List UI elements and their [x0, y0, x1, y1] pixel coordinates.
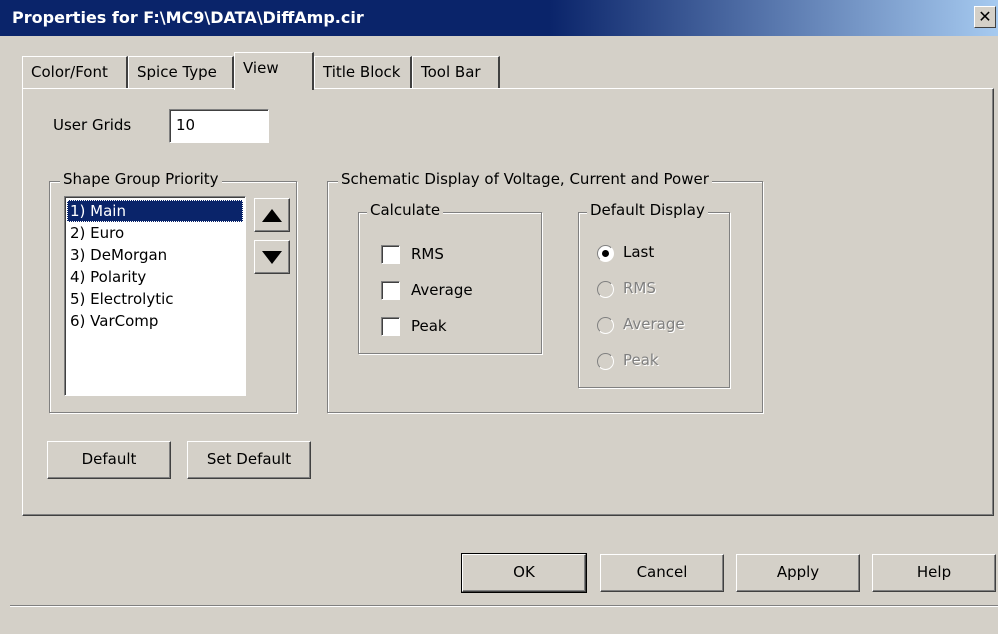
tab-tool-bar[interactable]: Tool Bar	[412, 56, 500, 88]
status-bar	[10, 605, 998, 634]
average-label: Average	[411, 281, 473, 299]
peak-label: Peak	[411, 317, 447, 335]
help-button[interactable]: Help	[872, 554, 996, 592]
title-bar: Properties for F:\MC9\DATA\DiffAmp.cir ✕	[0, 0, 998, 36]
tab-label: Title Block	[323, 63, 401, 81]
apply-button-label: Apply	[776, 563, 820, 581]
list-item[interactable]: 2) Euro	[67, 222, 243, 244]
apply-button[interactable]: Apply	[736, 554, 860, 592]
list-item[interactable]: 3) DeMorgan	[67, 244, 243, 266]
tab-label: Color/Font	[31, 63, 108, 81]
set-default-button-label: Set Default	[206, 450, 292, 468]
close-icon: ✕	[978, 7, 992, 26]
close-button[interactable]: ✕	[974, 6, 996, 28]
rms-radio-label: RMS	[623, 279, 656, 297]
radio-selected-dot	[602, 250, 609, 257]
move-up-button[interactable]	[254, 198, 290, 232]
calculate-title: Calculate	[367, 201, 444, 219]
average-radio-label: Average	[623, 315, 685, 333]
view-tab-panel: User Grids 10 Shape Group Priority 1) Ma…	[22, 88, 994, 516]
calculate-group: Calculate RMS Average Peak	[358, 201, 542, 354]
rms-radio	[597, 281, 614, 298]
list-item[interactable]: 6) VarComp	[67, 310, 243, 332]
cancel-button-label: Cancel	[636, 563, 688, 581]
move-down-button[interactable]	[254, 240, 290, 274]
tab-view[interactable]: View	[234, 52, 314, 90]
schematic-display-title: Schematic Display of Voltage, Current an…	[338, 170, 712, 188]
arrow-up-icon	[262, 209, 282, 222]
rms-checkbox[interactable]	[381, 245, 400, 264]
tab-spice-type[interactable]: Spice Type	[128, 56, 234, 88]
schematic-display-group: Schematic Display of Voltage, Current an…	[327, 170, 763, 413]
tab-label: Spice Type	[137, 63, 217, 81]
peak-checkbox[interactable]	[381, 317, 400, 336]
tab-label: Tool Bar	[421, 63, 481, 81]
ok-button-label: OK	[513, 563, 535, 581]
shape-group-list[interactable]: 1) Main 2) Euro 3) DeMorgan 4) Polarity …	[64, 196, 246, 396]
arrow-down-icon	[262, 251, 282, 264]
set-default-button[interactable]: Set Default	[187, 441, 311, 479]
user-grids-value: 10	[176, 116, 196, 134]
average-radio	[597, 317, 614, 334]
peak-radio-label: Peak	[623, 351, 659, 369]
shape-group-priority-title: Shape Group Priority	[60, 170, 222, 188]
default-display-group: Default Display Last RMS Average Peak	[578, 201, 730, 388]
window-title: Properties for F:\MC9\DATA\DiffAmp.cir	[12, 8, 364, 27]
user-grids-input[interactable]: 10	[169, 109, 269, 143]
peak-radio	[597, 353, 614, 370]
cancel-button[interactable]: Cancel	[600, 554, 724, 592]
rms-label: RMS	[411, 245, 444, 263]
last-radio[interactable]	[597, 245, 614, 262]
tab-label: View	[243, 59, 279, 77]
shape-group-priority-group: Shape Group Priority 1) Main 2) Euro 3) …	[49, 170, 297, 413]
average-checkbox[interactable]	[381, 281, 400, 300]
tab-color-font[interactable]: Color/Font	[22, 56, 128, 88]
default-button[interactable]: Default	[47, 441, 171, 479]
help-button-label: Help	[916, 563, 952, 581]
default-display-title: Default Display	[587, 201, 708, 219]
list-item[interactable]: 4) Polarity	[67, 266, 243, 288]
list-item[interactable]: 5) Electrolytic	[67, 288, 243, 310]
ok-button[interactable]: OK	[461, 553, 587, 593]
user-grids-label: User Grids	[53, 116, 132, 134]
default-button-label: Default	[81, 450, 137, 468]
tab-title-block[interactable]: Title Block	[314, 56, 412, 88]
last-label: Last	[623, 243, 655, 261]
list-item[interactable]: 1) Main	[67, 200, 243, 222]
